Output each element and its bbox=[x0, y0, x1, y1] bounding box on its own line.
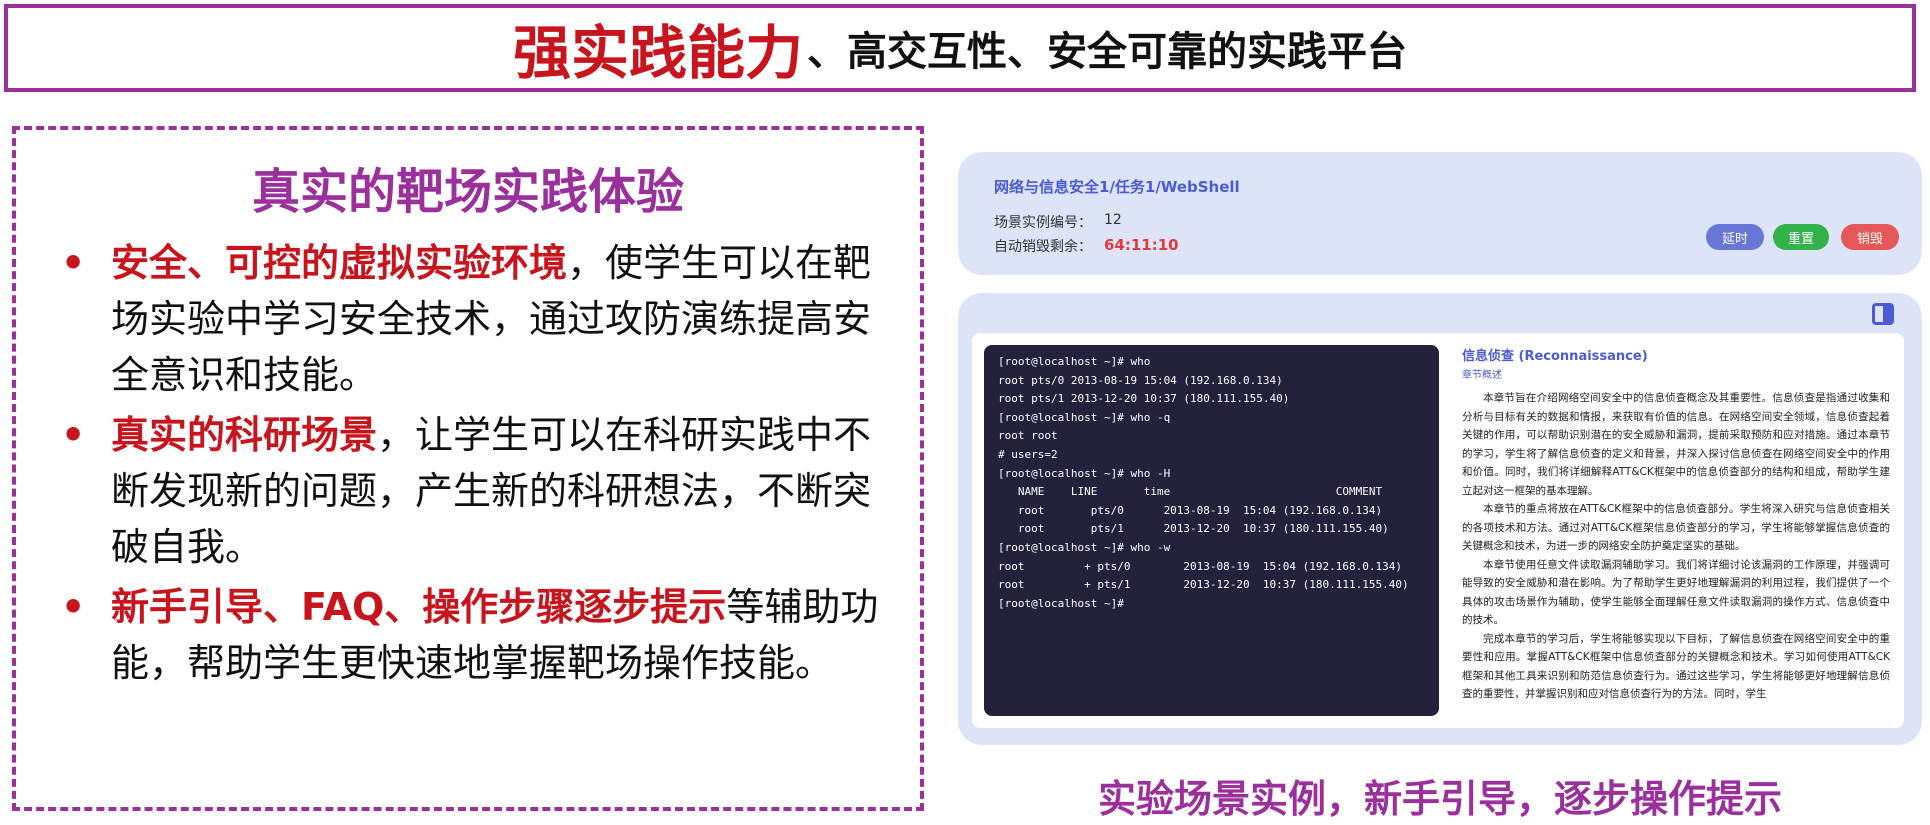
title-bar: 强实践能力 、高交互性、安全可靠的实践平台 bbox=[4, 4, 1916, 92]
terminal-line: [root@localhost ~]# who bbox=[998, 355, 1151, 368]
terminal-line: # users=2 bbox=[998, 447, 1058, 461]
guide-paragraph: 本章节的重点将放在ATT&CK框架中的信息侦查部分。学生将深入研究与信息侦查相关… bbox=[1462, 503, 1890, 552]
feature-item: • 安全、可控的虚拟实验环境，使学生可以在靶场实验中学习安全技术，通过攻防演练提高… bbox=[61, 235, 901, 403]
feature-item: • 新手引导、FAQ、操作步骤逐步提示等辅助功能，帮助学生更快速地掌握靶场操作技能… bbox=[61, 579, 901, 691]
destroy-label: 自动销毁剩余： bbox=[994, 239, 1092, 255]
feature-panel: 真实的靶场实践体验 • 安全、可控的虚拟实验环境，使学生可以在靶场实验中学习安全技… bbox=[12, 126, 924, 811]
terminal-line: [root@localhost ~]# who -w bbox=[998, 540, 1171, 554]
feature-highlight: 真实的科研场景 bbox=[111, 413, 378, 457]
feature-item: • 真实的科研场景，让学生可以在科研实践中不断发现新的问题，产生新的科研想法，不断… bbox=[61, 407, 901, 575]
terminal-line: root pts/0 2013-08-19 15:04 (192.168.0.1… bbox=[998, 373, 1283, 387]
guide-subtitle: 章节概述 bbox=[1462, 369, 1502, 381]
caption: 实验场景实例，新手引导，逐步操作提示 bbox=[1097, 777, 1782, 821]
destroy-row: 自动销毁剩余： 64:11:10 bbox=[994, 236, 1179, 256]
terminal[interactable]: [root@localhost ~]# who root pts/0 2013-0… bbox=[984, 345, 1439, 716]
guide-paragraph: 完成本章节的学习后，学生将能够实现以下目标，了解信息侦查在网络空间安全中的重要性… bbox=[1462, 632, 1890, 701]
title-rest: 、高交互性、安全可靠的实践平台 bbox=[807, 29, 1407, 75]
feature-heading: 真实的靶场实践体验 bbox=[251, 164, 684, 220]
destroy-countdown: 64:11:10 bbox=[1104, 236, 1179, 254]
guide-document: 信息侦查 (Reconnaissance) 章节概述 本章节旨在介绍网络空间安全… bbox=[1462, 348, 1890, 704]
terminal-line: root + pts/0 2013-08-19 15:04 (192.168.0… bbox=[998, 559, 1402, 573]
terminal-line: [root@localhost ~]# bbox=[998, 596, 1124, 610]
feature-highlight: 安全、可控的虚拟实验环境 bbox=[111, 241, 568, 285]
guide-title: 信息侦查 (Reconnaissance) bbox=[1462, 349, 1648, 364]
instance-row: 场景实例编号： 12 bbox=[994, 212, 1122, 232]
workspace-card: [root@localhost ~]# who root pts/0 2013-0… bbox=[958, 293, 1922, 745]
terminal-line: root root bbox=[998, 429, 1058, 443]
bullet-icon: • bbox=[61, 241, 86, 285]
instance-label: 场景实例编号： bbox=[994, 215, 1092, 231]
terminal-line: root pts/1 2013-12-20 10:37 (180.111.155… bbox=[998, 392, 1290, 406]
bullet-icon: • bbox=[61, 585, 86, 629]
terminal-line: [root@localhost ~]# who -H bbox=[998, 466, 1171, 480]
scenario-info-card: 网络与信息安全1/任务1/WebShell 场景实例编号： 12 自动销毁剩余：… bbox=[958, 152, 1922, 275]
instance-value: 12 bbox=[1104, 212, 1122, 228]
destroy-button[interactable]: 销毁 bbox=[1841, 224, 1899, 250]
terminal-line: NAME LINE time COMMENT bbox=[998, 485, 1383, 499]
terminal-line: root + pts/1 2013-12-20 10:37 (180.111.1… bbox=[998, 578, 1409, 592]
bullet-icon: • bbox=[61, 413, 86, 457]
workspace-inner: [root@localhost ~]# who root pts/0 2013-0… bbox=[972, 333, 1904, 728]
terminal-line: root pts/1 2013-12-20 10:37 (180.111.155… bbox=[998, 522, 1389, 536]
breadcrumb[interactable]: 网络与信息安全1/任务1/WebShell bbox=[994, 176, 1240, 197]
feature-highlight: 新手引导、FAQ、操作步骤逐步提示 bbox=[111, 585, 727, 629]
feature-list: • 安全、可控的虚拟实验环境，使学生可以在靶场实验中学习安全技术，通过攻防演练提高… bbox=[61, 235, 901, 695]
title-highlight: 强实践能力 bbox=[512, 19, 803, 87]
panel-toggle-icon[interactable] bbox=[1872, 303, 1894, 325]
terminal-line: root pts/0 2013-08-19 15:04 (192.168.0.1… bbox=[998, 503, 1383, 517]
guide-paragraph: 本章节旨在介绍网络空间安全中的信息侦查概念及其重要性。信息侦查是指通过收集和分析… bbox=[1462, 392, 1890, 497]
reset-button[interactable]: 重置 bbox=[1773, 224, 1829, 250]
guide-paragraph: 本章节使用任意文件读取漏洞辅助学习。我们将详细讨论该漏洞的工作原理，并强调可能导… bbox=[1462, 558, 1890, 627]
extend-button[interactable]: 延时 bbox=[1706, 224, 1764, 250]
terminal-line: [root@localhost ~]# who -q bbox=[998, 410, 1171, 424]
